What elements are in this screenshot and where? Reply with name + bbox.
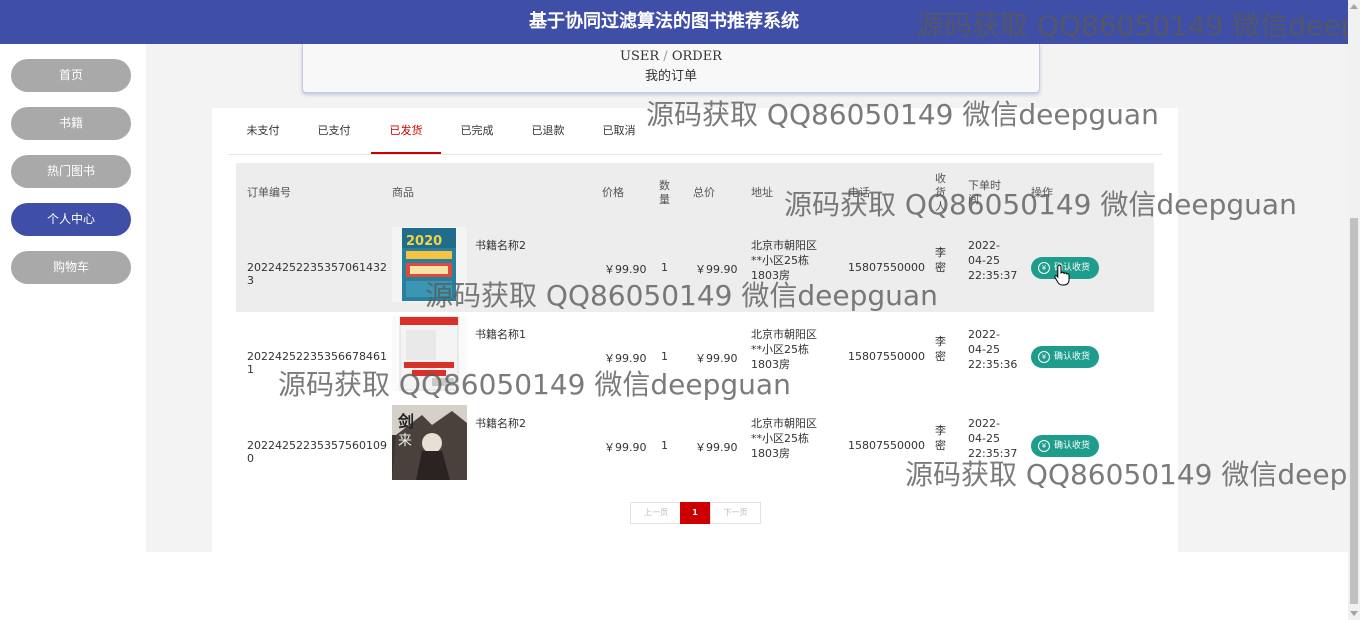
next-page-button[interactable]: 下一页 bbox=[710, 502, 761, 524]
col-order-no: 订单编号 bbox=[247, 186, 291, 199]
phone: 15807550000 bbox=[848, 261, 925, 274]
price: ￥99.90 bbox=[604, 441, 647, 454]
nav-books[interactable]: 书籍 bbox=[11, 107, 131, 140]
address: 北京市朝阳区**小区25栋1803房 bbox=[751, 417, 817, 460]
orders-table: 订单编号 商品 价格 数量 总价 地址 电话 收货人 下单时间 操作 20224… bbox=[236, 163, 1154, 490]
receiver: 李密 bbox=[935, 424, 946, 452]
col-phone: 电话 bbox=[848, 186, 870, 199]
quantity: 1 bbox=[661, 350, 668, 363]
price: ￥99.90 bbox=[604, 352, 647, 365]
breadcrumb-order: ORDER bbox=[671, 49, 722, 64]
yen-icon: ¥ bbox=[1038, 440, 1050, 452]
address: 北京市朝阳区**小区25栋1803房 bbox=[751, 328, 817, 371]
breadcrumb-separator: / bbox=[663, 49, 668, 64]
svg-text:来: 来 bbox=[398, 433, 412, 449]
yen-icon: ¥ bbox=[1038, 351, 1050, 363]
yen-icon: ¥ bbox=[1038, 262, 1050, 274]
breadcrumb: USER / ORDER 我的订单 bbox=[302, 44, 1040, 93]
table-header: 订单编号 商品 价格 数量 总价 地址 电话 收货人 下单时间 操作 bbox=[236, 163, 1154, 223]
table-row: 20224252235356678461 1 书籍名称1 ￥99.90 1 ￥9… bbox=[236, 312, 1154, 401]
confirm-receipt-label: 确认收货 bbox=[1054, 352, 1091, 362]
table-row: 20224252235357061432 3 2020 书籍名称2 ￥99.90… bbox=[236, 223, 1154, 312]
col-total: 总价 bbox=[693, 186, 715, 199]
confirm-receipt-button[interactable]: ¥ 确认收货 bbox=[1031, 346, 1099, 368]
order-number: 20224252235356678461 1 bbox=[247, 350, 387, 376]
page-title: 我的订单 bbox=[644, 69, 697, 84]
col-qty: 数量 bbox=[659, 179, 670, 206]
quantity: 1 bbox=[661, 261, 668, 274]
col-product: 商品 bbox=[392, 186, 414, 199]
book-cover-image[interactable]: 2020 bbox=[392, 227, 467, 302]
phone: 15807550000 bbox=[848, 350, 925, 363]
col-price: 价格 bbox=[602, 186, 624, 199]
scroll-down-icon[interactable] bbox=[1350, 611, 1358, 616]
tab-unpaid[interactable]: 未支付 bbox=[228, 116, 298, 154]
order-time: 2022-04-25 22:35:37 bbox=[968, 417, 1018, 460]
address: 北京市朝阳区**小区25栋1803房 bbox=[751, 239, 817, 282]
tab-paid[interactable]: 已支付 bbox=[299, 116, 369, 154]
scroll-up-icon[interactable] bbox=[1350, 4, 1358, 9]
receiver: 李密 bbox=[935, 335, 946, 363]
confirm-receipt-label: 确认收货 bbox=[1054, 441, 1091, 451]
quantity: 1 bbox=[661, 439, 668, 452]
app-title: 基于协同过滤算法的图书推荐系统 bbox=[529, 11, 799, 32]
orders-panel: 未支付 已支付 已发货 已完成 已退款 已取消 订单编号 商品 价格 数量 总价… bbox=[212, 108, 1178, 552]
book-name[interactable]: 书籍名称2 bbox=[475, 237, 526, 253]
nav-user-center[interactable]: 个人中心 bbox=[11, 203, 131, 236]
sidebar: 首页 书籍 热门图书 个人中心 购物车 bbox=[0, 44, 146, 620]
col-address: 地址 bbox=[751, 186, 773, 199]
tab-refunded[interactable]: 已退款 bbox=[513, 116, 583, 154]
vertical-scrollbar[interactable] bbox=[1348, 0, 1360, 620]
svg-text:剑: 剑 bbox=[397, 412, 414, 431]
receiver: 李密 bbox=[935, 246, 946, 274]
total-price: ￥99.90 bbox=[695, 352, 738, 365]
tab-completed[interactable]: 已完成 bbox=[442, 116, 512, 154]
page-footer-space bbox=[146, 552, 1348, 620]
price: ￥99.90 bbox=[604, 263, 647, 276]
order-time: 2022-04-25 22:35:36 bbox=[968, 328, 1018, 371]
order-status-tabs: 未支付 已支付 已发货 已完成 已退款 已取消 bbox=[228, 116, 1162, 155]
book-cover-image[interactable]: 剑 来 bbox=[392, 405, 467, 480]
scrollbar-thumb[interactable] bbox=[1350, 218, 1358, 604]
svg-text:2020: 2020 bbox=[406, 234, 442, 249]
book-name[interactable]: 书籍名称2 bbox=[475, 415, 526, 431]
col-time: 下单时间 bbox=[968, 179, 1001, 206]
nav-home[interactable]: 首页 bbox=[11, 59, 131, 92]
hand-cursor-icon bbox=[1054, 264, 1070, 290]
book-name[interactable]: 书籍名称1 bbox=[475, 326, 526, 342]
nav-cart[interactable]: 购物车 bbox=[11, 251, 131, 284]
col-receiver: 收货人 bbox=[935, 172, 946, 213]
top-header: 基于协同过滤算法的图书推荐系统 bbox=[0, 0, 1348, 44]
table-row: 20224252235357560109 0 剑 来 书籍名称2 ￥99.90 … bbox=[236, 401, 1154, 490]
nav-hot-books[interactable]: 热门图书 bbox=[11, 155, 131, 188]
col-action: 操作 bbox=[1031, 186, 1053, 199]
prev-page-button[interactable]: 上一页 bbox=[630, 502, 682, 524]
book-cover-image[interactable] bbox=[392, 316, 467, 391]
breadcrumb-user[interactable]: USER bbox=[620, 49, 659, 64]
order-number: 20224252235357061432 3 bbox=[247, 261, 387, 287]
tab-cancelled[interactable]: 已取消 bbox=[584, 116, 654, 154]
page-1-button[interactable]: 1 bbox=[680, 502, 710, 524]
order-time: 2022-04-25 22:35:37 bbox=[968, 239, 1018, 282]
phone: 15807550000 bbox=[848, 439, 925, 452]
total-price: ￥99.90 bbox=[695, 263, 738, 276]
total-price: ￥99.90 bbox=[695, 441, 738, 454]
tab-shipped[interactable]: 已发货 bbox=[371, 116, 441, 154]
confirm-receipt-button[interactable]: ¥ 确认收货 bbox=[1031, 435, 1099, 457]
order-number: 20224252235357560109 0 bbox=[247, 439, 387, 465]
